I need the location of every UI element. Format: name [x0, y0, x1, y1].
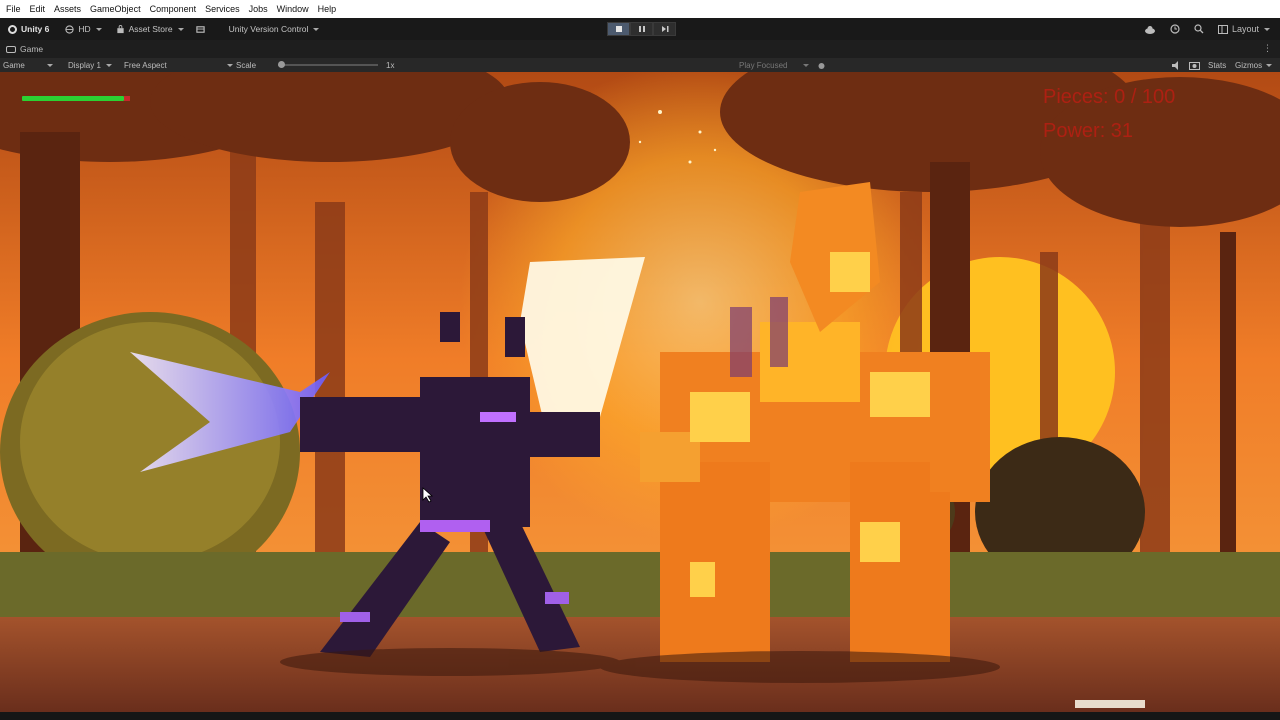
version-control-label: Unity Version Control	[228, 24, 309, 34]
chevron-down-icon	[1264, 27, 1270, 31]
layout-label: Layout	[1231, 24, 1259, 34]
chevron-down-icon	[95, 27, 102, 31]
menu-help[interactable]: Help	[318, 4, 337, 14]
health-bar	[22, 96, 130, 101]
menu-assets[interactable]: Assets	[54, 4, 81, 14]
menu-jobs[interactable]: Jobs	[249, 4, 268, 14]
aspect-dropdown[interactable]: Free Aspect	[124, 58, 233, 72]
quality-label: HD	[78, 24, 91, 34]
game-scene	[0, 72, 1280, 712]
pause-button[interactable]	[630, 22, 653, 36]
bug-icon[interactable]	[817, 61, 826, 70]
package-button[interactable]	[195, 25, 209, 34]
tab-game[interactable]: Game	[6, 44, 43, 54]
quality-dropdown[interactable]: HD	[65, 24, 102, 34]
layout-dropdown[interactable]: Layout	[1217, 24, 1270, 34]
chevron-down-icon	[1266, 63, 1273, 67]
game-viewport[interactable]: Pieces: 0 / 100 Power: 31	[0, 72, 1280, 712]
version-control-dropdown[interactable]: Unity Version Control	[229, 24, 320, 34]
mute-button[interactable]	[1172, 58, 1182, 72]
screenshot-button[interactable]	[1189, 58, 1200, 72]
scale-slider[interactable]	[278, 61, 379, 68]
menu-bar: File Edit Assets GameObject Component Se…	[0, 0, 1280, 18]
stats-label: Stats	[1208, 60, 1227, 70]
tab-bar: Game ⋮	[0, 40, 1280, 58]
asset-store-dropdown[interactable]: Asset Store	[116, 24, 184, 34]
cloud-icon	[1144, 25, 1155, 34]
camera-icon	[1189, 61, 1200, 70]
mouse-cursor-icon	[422, 487, 434, 503]
display-label: Display 1	[68, 60, 101, 70]
menu-component[interactable]: Component	[150, 4, 197, 14]
view-mode-label: Game	[3, 60, 25, 70]
cloud-button[interactable]	[1144, 25, 1156, 34]
unity-logo-icon	[8, 24, 17, 34]
history-button[interactable]	[1170, 24, 1180, 34]
chevron-down-icon	[46, 63, 53, 67]
chevron-down-icon	[105, 63, 112, 67]
step-icon	[661, 26, 668, 32]
tab-game-label: Game	[20, 44, 44, 54]
asset-store-label: Asset Store	[128, 24, 173, 34]
play-mode-label: Play Focused	[739, 60, 788, 70]
history-icon	[1170, 24, 1180, 34]
gizmos-label: Gizmos	[1235, 60, 1263, 70]
debris	[1075, 700, 1145, 708]
status-bar	[0, 712, 1280, 720]
chevron-down-icon	[226, 63, 233, 67]
globe-icon	[65, 24, 74, 34]
game-view-toolbar: Game Display 1 Free Aspect Scale 1x Play…	[0, 58, 1280, 72]
chevron-down-icon	[313, 27, 320, 31]
aspect-label: Free Aspect	[124, 60, 167, 70]
search-button[interactable]	[1194, 24, 1204, 34]
scale-value: 1x	[386, 60, 395, 70]
layout-icon	[1217, 24, 1228, 34]
menu-services[interactable]: Services	[205, 4, 240, 14]
menu-file[interactable]: File	[6, 4, 21, 14]
stats-toggle[interactable]: Stats	[1208, 58, 1226, 72]
menu-window[interactable]: Window	[277, 4, 309, 14]
view-mode-dropdown[interactable]: Game	[3, 58, 53, 72]
pause-icon	[638, 26, 645, 32]
chevron-down-icon	[177, 27, 184, 31]
bag-icon	[116, 24, 124, 33]
search-icon	[1194, 24, 1204, 34]
chevron-down-icon	[803, 63, 810, 67]
display-dropdown[interactable]: Display 1	[68, 58, 112, 72]
main-toolbar: Unity 6 HD Asset Store Unity Version Con…	[0, 18, 1280, 40]
package-icon	[195, 25, 205, 33]
gamepad-icon	[6, 45, 16, 53]
more-options-icon[interactable]: ⋮	[1263, 43, 1272, 54]
scale-label: Scale	[236, 60, 257, 70]
play-mode-dropdown[interactable]: Play Focused	[739, 58, 826, 72]
pieces-counter: Pieces: 0 / 100	[1043, 86, 1176, 108]
step-button[interactable]	[653, 22, 676, 36]
account-label: Unity 6	[21, 24, 50, 34]
menu-edit[interactable]: Edit	[30, 4, 46, 14]
stop-button[interactable]	[607, 22, 630, 36]
scale-slider-handle[interactable]	[278, 61, 286, 68]
speaker-icon	[1172, 60, 1178, 70]
stop-icon	[615, 26, 622, 32]
grass	[0, 552, 1280, 622]
power-counter: Power: 31	[1043, 120, 1134, 142]
scale-control: Scale 1x	[236, 58, 394, 72]
playmode-controls	[607, 22, 676, 36]
account-button[interactable]: Unity 6	[8, 24, 49, 34]
toolbar-right: Layout	[1130, 18, 1270, 40]
menu-gameobject[interactable]: GameObject	[90, 4, 141, 14]
gizmos-dropdown[interactable]: Gizmos	[1235, 58, 1273, 72]
